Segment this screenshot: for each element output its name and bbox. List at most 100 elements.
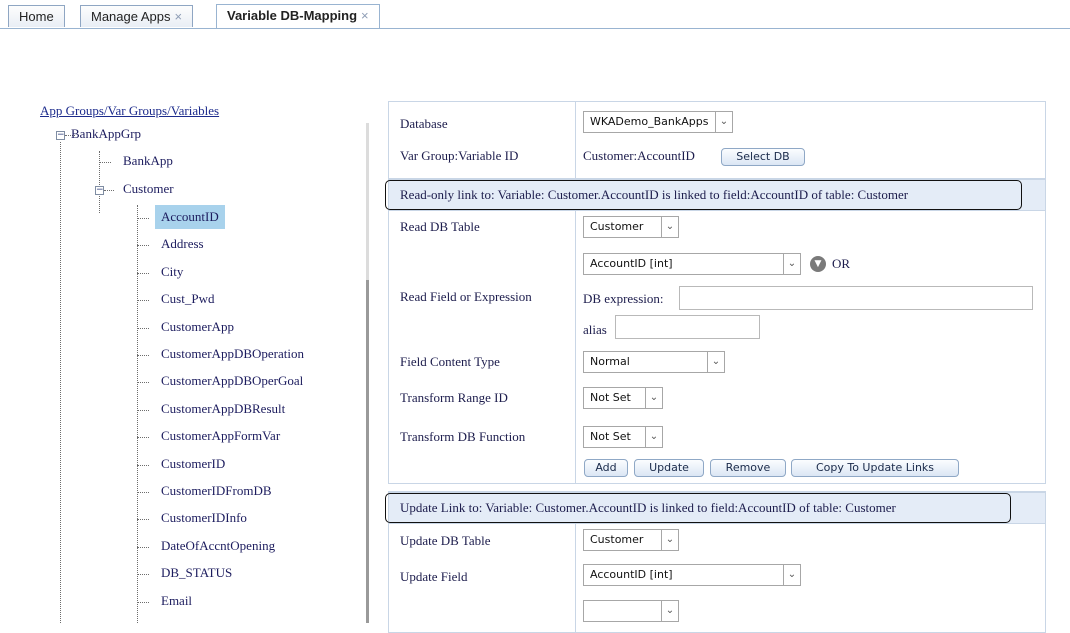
read-link-highlight: [385, 180, 1022, 210]
transform-range-label: Transform Range ID: [400, 390, 508, 405]
update-link-highlight: [385, 493, 1011, 523]
tab-home[interactable]: Home: [8, 5, 65, 27]
tree-node-variable[interactable]: DB_STATUS: [161, 565, 232, 581]
add-button[interactable]: Add: [584, 459, 628, 477]
update-content-select[interactable]: ⌄: [583, 600, 679, 622]
transform-function-value: Not Set: [590, 430, 631, 443]
tree-node-variable[interactable]: CustomerApp: [161, 319, 234, 335]
chevron-down-icon: ⌄: [661, 530, 678, 550]
tree-node-variable[interactable]: AccountID: [155, 205, 225, 229]
read-field-select[interactable]: AccountID [int] ⌄: [583, 253, 801, 275]
select-db-button[interactable]: Select DB: [721, 148, 805, 166]
divider: [575, 523, 576, 632]
transform-function-label: Transform DB Function: [400, 429, 526, 444]
database-select[interactable]: WKADemo_BankApps ⌄: [583, 111, 733, 133]
tree-node-variable[interactable]: CustomerAppFormVar: [161, 428, 280, 444]
tree-node-variable[interactable]: CustomerAppDBResult: [161, 401, 285, 417]
database-label: Database: [400, 116, 448, 131]
update-table-label: Update DB Table: [400, 533, 491, 548]
db-expression-input[interactable]: [679, 286, 1033, 310]
tree-connector: [137, 410, 149, 411]
update-button[interactable]: Update: [634, 459, 704, 477]
tab-manage-apps[interactable]: Manage Apps ×: [80, 5, 194, 27]
chevron-down-icon: ⌄: [707, 352, 724, 372]
tree-node-variable[interactable]: CustomerAppDBOperation: [161, 346, 304, 362]
tree-guide-line: [137, 205, 138, 623]
alias-label: alias: [583, 322, 607, 337]
tree-node-variable[interactable]: Cust_Pwd: [161, 291, 214, 307]
tree-node-variable[interactable]: City: [161, 264, 183, 280]
tree-connector: [137, 355, 149, 356]
tree-connector: [104, 190, 114, 191]
content-type-value: Normal: [590, 355, 630, 368]
read-field-label: Read Field or Expression: [400, 289, 532, 304]
tab-variable-db-mapping[interactable]: Variable DB-Mapping ×: [216, 4, 380, 28]
chevron-down-circle-icon[interactable]: ▼: [810, 256, 826, 272]
tree-scroll-thumb[interactable]: [366, 280, 369, 623]
update-link-panel: Update Link to: Variable: Customer.Accou…: [385, 491, 1046, 633]
read-table-value: Customer: [590, 220, 644, 233]
chevron-down-icon: ⌄: [645, 388, 662, 408]
update-field-value: AccountID [int]: [590, 568, 673, 581]
or-label: OR: [832, 256, 851, 271]
read-link-panel: Read-only link to: Variable: Customer.Ac…: [385, 178, 1046, 484]
transform-range-value: Not Set: [590, 391, 631, 404]
tab-bar: Home Manage Apps × Variable DB-Mapping ×: [0, 0, 1070, 29]
divider: [575, 210, 576, 483]
chevron-down-icon: ⌄: [661, 601, 678, 621]
close-icon[interactable]: ×: [361, 8, 369, 23]
tree-connector: [137, 382, 149, 383]
tree-node-bankappgrp[interactable]: BankAppGrp: [71, 126, 141, 142]
remove-button[interactable]: Remove: [710, 459, 786, 477]
read-table-label: Read DB Table: [400, 219, 480, 234]
tree-connector: [137, 547, 149, 548]
chevron-down-icon: ⌄: [715, 112, 732, 132]
var-value: Customer:AccountID: [583, 148, 695, 163]
tree-connector: [137, 602, 149, 603]
tree-node-bankapp[interactable]: BankApp: [123, 153, 173, 169]
collapse-icon[interactable]: −: [95, 186, 104, 195]
read-field-value: AccountID [int]: [590, 257, 673, 270]
chevron-down-icon: ⌄: [645, 427, 662, 447]
divider: [575, 102, 576, 178]
tree-guide-line: [60, 142, 61, 623]
read-table-select[interactable]: Customer ⌄: [583, 216, 679, 238]
chevron-down-icon: ⌄: [783, 254, 800, 274]
update-field-label: Update Field: [400, 569, 468, 584]
tree-node-variable[interactable]: CustomerIDFromDB: [161, 483, 272, 499]
alias-input[interactable]: [615, 315, 760, 339]
content-type-select[interactable]: Normal ⌄: [583, 351, 725, 373]
var-label: Var Group:Variable ID: [400, 148, 519, 163]
update-table-select[interactable]: Customer ⌄: [583, 529, 679, 551]
tree-node-variable[interactable]: Email: [161, 593, 192, 609]
tree-connector: [137, 492, 149, 493]
tree-node-variable[interactable]: Address: [161, 236, 204, 252]
tree-connector: [137, 574, 149, 575]
transform-range-select[interactable]: Not Set ⌄: [583, 387, 663, 409]
update-table-value: Customer: [590, 533, 644, 546]
tree-connector: [137, 273, 149, 274]
tab-label: Manage Apps: [91, 9, 171, 24]
tree-node-customer[interactable]: Customer: [123, 181, 174, 197]
database-panel: Database WKADemo_BankApps ⌄ Var Group:Va…: [388, 101, 1046, 179]
transform-function-select[interactable]: Not Set ⌄: [583, 426, 663, 448]
db-expression-label: DB expression:: [583, 291, 664, 306]
collapse-icon[interactable]: −: [56, 131, 65, 140]
tree-root-link[interactable]: App Groups/Var Groups/Variables: [40, 103, 219, 119]
tree-node-variable[interactable]: CustomerID: [161, 456, 225, 472]
copy-to-update-links-button[interactable]: Copy To Update Links: [791, 459, 959, 477]
tree-connector: [137, 245, 149, 246]
content-type-label: Field Content Type: [400, 354, 500, 369]
tree-node-variable[interactable]: CustomerAppDBOperGoal: [161, 373, 303, 389]
tree-node-variable[interactable]: DateOfAccntOpening: [161, 538, 275, 554]
close-icon[interactable]: ×: [175, 9, 183, 24]
tree-guide-line: [99, 151, 100, 213]
tab-label: Home: [19, 9, 54, 24]
update-field-select[interactable]: AccountID [int] ⌄: [583, 564, 801, 586]
tree-connector: [99, 162, 111, 163]
tree-connector: [137, 328, 149, 329]
tree-node-variable[interactable]: CustomerIDInfo: [161, 510, 247, 526]
tree-connector: [137, 519, 149, 520]
tree-connector: [137, 465, 149, 466]
database-value: WKADemo_BankApps: [590, 115, 709, 128]
